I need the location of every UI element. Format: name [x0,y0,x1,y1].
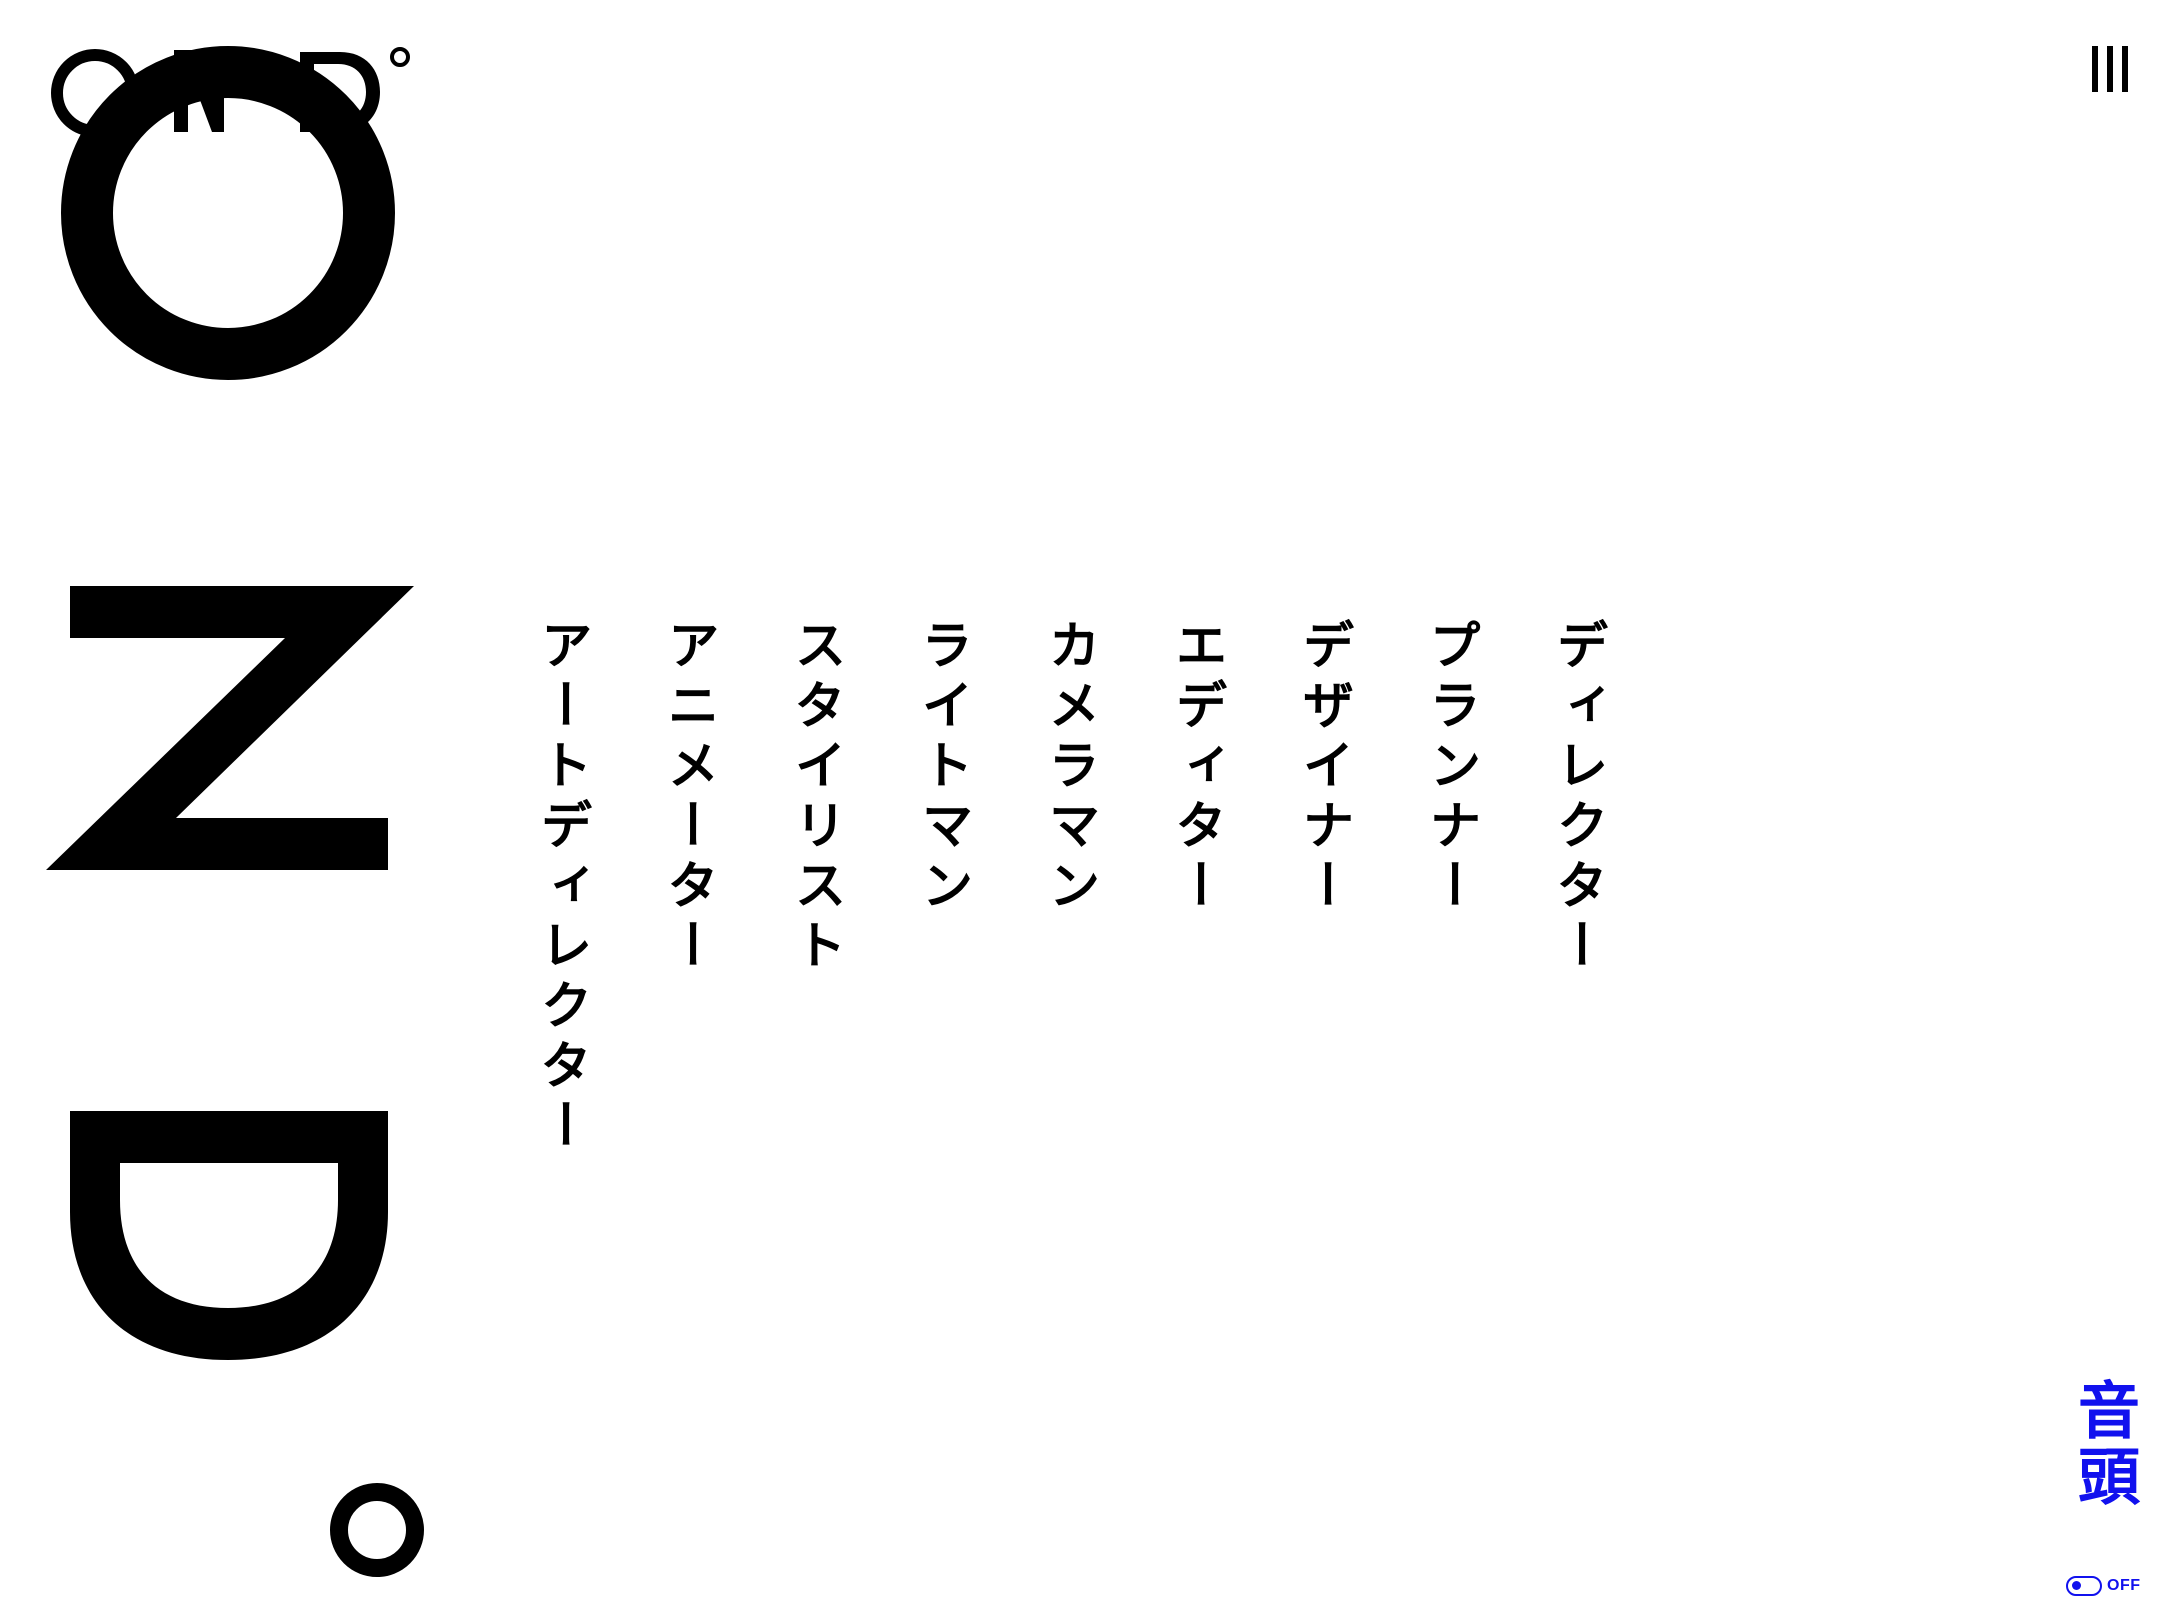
role-item[interactable]: スタイリスト [751,618,878,1198]
hamburger-vertical-icon [2092,46,2098,92]
menu-button[interactable] [2086,42,2134,96]
toggle-knob [2072,1581,2081,1590]
toggle-state-label: OFF [2107,1577,2141,1594]
logo-letter-n [46,586,414,870]
logo-letter-d [70,1111,388,1360]
role-item[interactable]: ライトマン [878,618,1005,1198]
role-item[interactable]: ディレクター [1513,618,1640,1198]
role-item[interactable]: アートディレクター [497,618,624,1198]
sound-toggle[interactable]: OFF [2066,1572,2146,1600]
role-item[interactable]: プランナー [1386,618,1513,1198]
roles-list: ディレクター プランナー デザイナー エディター カメラマン ライトマン スタイ… [531,618,1640,1198]
sound-label: 音頭 [2067,1378,2140,1510]
logo-small[interactable] [40,40,430,140]
toggle-track [2066,1576,2102,1596]
role-item[interactable]: エディター [1132,618,1259,1198]
role-item[interactable]: アニメーター [624,618,751,1198]
logo-degree [330,1483,424,1577]
role-item[interactable]: カメラマン [1005,618,1132,1198]
logo-large [46,46,424,1577]
role-item[interactable]: デザイナー [1259,618,1386,1198]
page-stage: ディレクター プランナー デザイナー エディター カメラマン ライトマン スタイ… [0,0,2160,1620]
